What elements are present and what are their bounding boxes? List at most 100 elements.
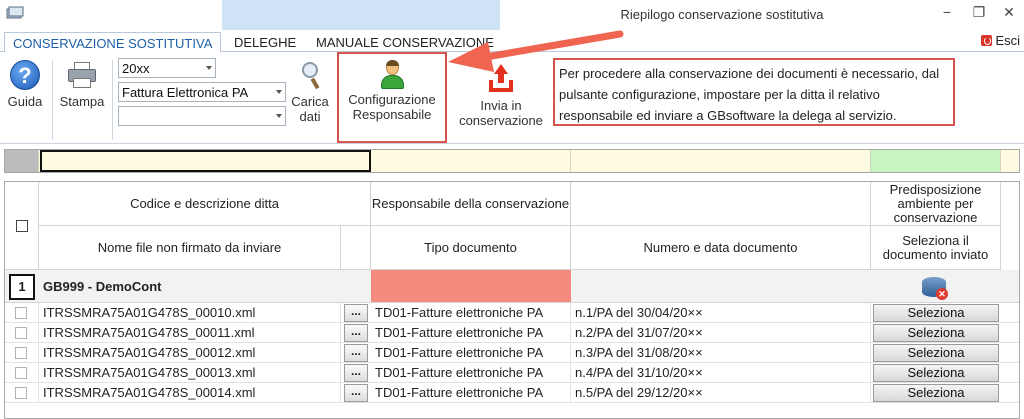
document-number: n.5/PA del 29/12/20×× <box>571 383 871 403</box>
guida-button[interactable]: ? Guida <box>4 60 46 109</box>
year-value: 20xx <box>122 61 150 76</box>
table-row[interactable]: ITRSSMRA75A01G478S_00012.xml ... TD01-Fa… <box>5 343 1019 363</box>
select-all-checkbox[interactable] <box>15 219 28 232</box>
select-all-header <box>5 182 39 270</box>
seleziona-button[interactable]: Seleziona <box>873 384 999 402</box>
database-error-icon[interactable]: ✕ <box>922 275 948 301</box>
chevron-down-icon <box>206 66 212 70</box>
responsible-missing-cell[interactable] <box>371 270 571 302</box>
header-codice: Codice e descrizione ditta <box>39 182 371 226</box>
row-checkbox[interactable] <box>15 367 27 379</box>
exit-label: Esci <box>995 33 1020 48</box>
filter-numero-input[interactable] <box>571 150 871 172</box>
filter-cell <box>5 150 39 172</box>
power-icon <box>981 35 993 46</box>
browse-button[interactable]: ... <box>344 344 368 362</box>
chevron-down-icon <box>276 114 282 118</box>
user-icon <box>379 60 405 90</box>
printer-icon <box>68 62 96 88</box>
document-number: n.2/PA del 31/07/20×× <box>571 323 871 343</box>
row-checkbox[interactable] <box>15 387 27 399</box>
document-type-select[interactable]: Fattura Elettronica PA <box>118 82 286 102</box>
browse-button[interactable]: ... <box>344 324 368 342</box>
year-select[interactable]: 20xx <box>118 58 216 78</box>
header-tipo-documento: Tipo documento <box>371 226 571 270</box>
carica-dati-button[interactable]: Carica dati <box>288 60 332 124</box>
minimize-button[interactable]: − <box>936 4 958 24</box>
row-checkbox-cell <box>5 323 39 343</box>
close-button[interactable]: ✕ <box>998 4 1020 24</box>
browse-button[interactable]: ... <box>344 364 368 382</box>
invia-conservazione-button[interactable]: Invia in conservazione <box>452 64 550 128</box>
configurazione-responsabile-button[interactable]: Configurazione Responsabile <box>340 60 444 122</box>
carica-label-1: Carica <box>291 94 329 109</box>
documents-grid: Codice e descrizione ditta Responsabile … <box>4 181 1020 419</box>
row-checkbox[interactable] <box>15 307 27 319</box>
document-type: TD01-Fatture elettroniche PA <box>371 383 571 403</box>
restore-button[interactable]: ❐ <box>968 4 990 24</box>
help-icon: ? <box>10 60 40 90</box>
browse-button[interactable]: ... <box>344 384 368 402</box>
row-checkbox[interactable] <box>15 347 27 359</box>
document-type: TD01-Fatture elettroniche PA <box>371 343 571 363</box>
row-checkbox[interactable] <box>15 327 27 339</box>
file-name: ITRSSMRA75A01G478S_00013.xml <box>39 363 341 383</box>
row-checkbox-cell <box>5 383 39 403</box>
carica-label-2: dati <box>299 109 321 124</box>
document-type-value: Fattura Elettronica PA <box>122 85 249 100</box>
document-number: n.4/PA del 31/10/20×× <box>571 363 871 383</box>
header-responsabile: Responsabile della conservazione <box>371 182 571 226</box>
invia-label-1: Invia in <box>480 98 522 113</box>
header-numero-data: Numero e data documento <box>571 226 871 270</box>
title-bar: Riepilogo conservazione sostitutiva − ❐ … <box>0 0 1024 30</box>
browse-button[interactable]: ... <box>344 304 368 322</box>
group-name: GB999 - DemoCont <box>43 279 162 294</box>
file-name: ITRSSMRA75A01G478S_00012.xml <box>39 343 341 363</box>
chevron-down-icon <box>276 90 282 94</box>
ribbon-divider <box>112 60 113 140</box>
tab-manuale-conservazione[interactable]: MANUALE CONSERVAZIONE <box>308 32 502 53</box>
third-select[interactable] <box>118 106 286 126</box>
table-row[interactable]: ITRSSMRA75A01G478S_00014.xml ... TD01-Fa… <box>5 383 1019 403</box>
row-checkbox-cell <box>5 303 39 323</box>
header-predisposizione: Predisposizione ambiente per conservazio… <box>871 182 1001 226</box>
seleziona-button[interactable]: Seleziona <box>873 364 999 382</box>
seleziona-button[interactable]: Seleziona <box>873 344 999 362</box>
info-message: Per procedere alla conservazione dei doc… <box>553 58 955 126</box>
upload-icon <box>487 64 515 94</box>
file-name: ITRSSMRA75A01G478S_00010.xml <box>39 303 341 323</box>
ribbon-divider <box>52 60 53 140</box>
document-type: TD01-Fatture elettroniche PA <box>371 363 571 383</box>
file-name: ITRSSMRA75A01G478S_00011.xml <box>39 323 341 343</box>
document-type: TD01-Fatture elettroniche PA <box>371 303 571 323</box>
row-checkbox-cell <box>5 363 39 383</box>
document-number: n.1/PA del 30/04/20×× <box>571 303 871 323</box>
table-row[interactable]: ITRSSMRA75A01G478S_00010.xml ... TD01-Fa… <box>5 303 1019 323</box>
filter-codice-input[interactable] <box>40 150 371 172</box>
header-ellipsis <box>341 226 371 270</box>
stampa-button[interactable]: Stampa <box>56 60 108 109</box>
magnifier-icon <box>299 60 321 90</box>
stampa-label: Stampa <box>59 94 105 109</box>
guida-label: Guida <box>7 94 43 109</box>
header-nome-file: Nome file non firmato da inviare <box>39 226 341 270</box>
filter-row <box>4 149 1020 173</box>
tab-deleghe[interactable]: DELEGHE <box>226 32 304 53</box>
filter-responsabile-input[interactable] <box>371 150 571 172</box>
ribbon-tabs: CONSERVAZIONE SOSTITUTIVA DELEGHE MANUAL… <box>0 30 1024 53</box>
header-seleziona: Seleziona il documento inviato <box>871 226 1001 270</box>
config-label-1: Configurazione <box>348 92 436 107</box>
filter-predisposizione-cell[interactable] <box>871 150 1001 172</box>
config-label-2: Responsabile <box>352 107 432 122</box>
document-number: n.3/PA del 31/08/20×× <box>571 343 871 363</box>
seleziona-button[interactable]: Seleziona <box>873 304 999 322</box>
group-number: 1 <box>9 274 35 300</box>
tab-conservazione-sostitutiva[interactable]: CONSERVAZIONE SOSTITUTIVA <box>4 32 222 53</box>
seleziona-button[interactable]: Seleziona <box>873 324 999 342</box>
exit-button[interactable]: Esci <box>981 33 1020 48</box>
table-row[interactable]: ITRSSMRA75A01G478S_00011.xml ... TD01-Fa… <box>5 323 1019 343</box>
header-blank <box>571 182 871 226</box>
table-row[interactable]: ITRSSMRA75A01G478S_00013.xml ... TD01-Fa… <box>5 363 1019 383</box>
window-title: Riepilogo conservazione sostitutiva <box>620 7 824 22</box>
row-checkbox-cell <box>5 343 39 363</box>
